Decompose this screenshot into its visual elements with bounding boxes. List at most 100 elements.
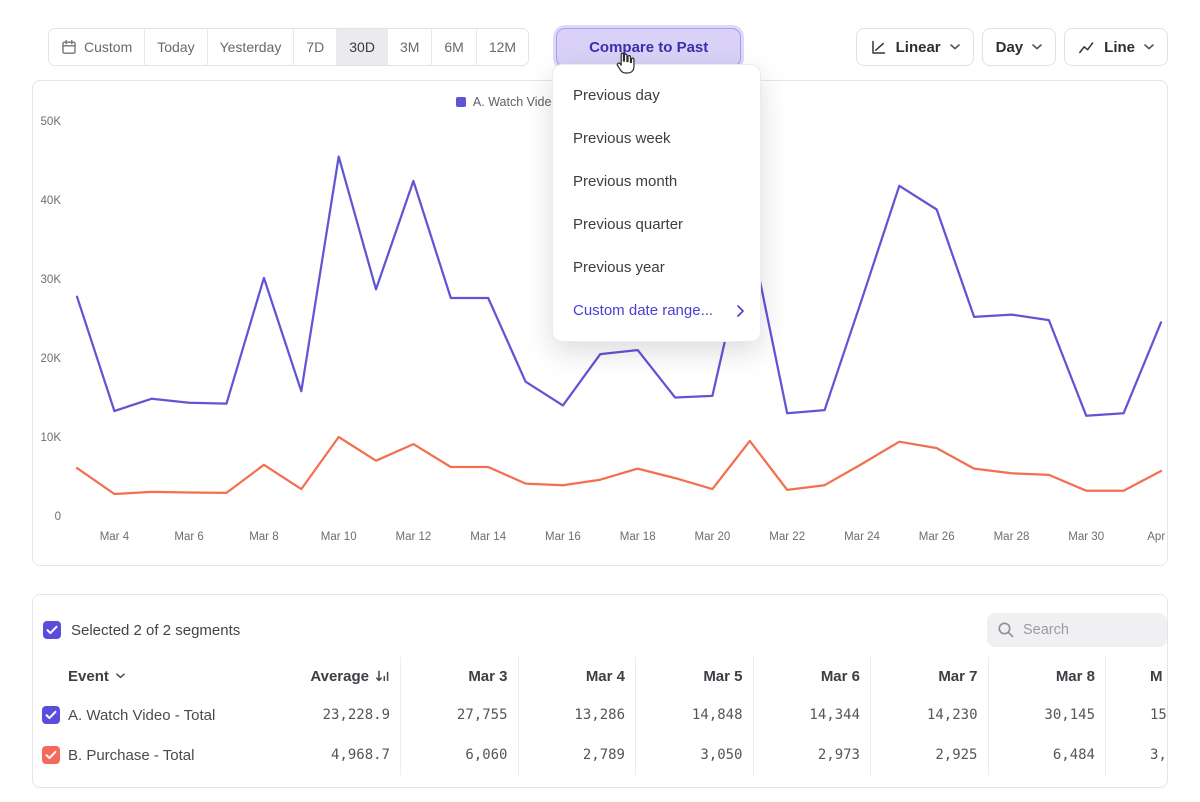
y-axis-tick: 30K [41,274,62,286]
chevron-down-icon [116,673,125,679]
cell-value: 2,973 [753,735,871,775]
cell-value-clipped: 15, [1105,695,1168,735]
menu-item-previous-week[interactable]: Previous week [553,117,760,160]
menu-item-previous-quarter[interactable]: Previous quarter [553,203,760,246]
x-axis-tick: Mar 4 [100,531,130,543]
column-header-mar-7[interactable]: Mar 7 [870,657,988,695]
cell-value: 6,060 [400,735,518,775]
chart-type-dropdown-label: Line [1104,39,1135,56]
average-value: 4,968.7 [243,735,400,775]
row-checkbox[interactable] [42,746,60,764]
line-chart-icon [1078,39,1095,56]
y-axis-tick: 20K [41,353,62,365]
search-box[interactable] [987,613,1167,647]
x-axis-tick: Mar 16 [545,531,581,543]
interval-dropdown[interactable]: Day [982,28,1057,66]
segments-table: Event Average Mar 3Mar 4Mar 5Mar 6Mar 7M… [33,657,1168,775]
custom-date-range-label: Custom date range... [573,302,713,319]
range-button-label: Custom [84,39,132,55]
chart-type-dropdown[interactable]: Line [1064,28,1168,66]
interval-dropdown-label: Day [996,39,1024,56]
calendar-icon [61,39,77,55]
cell-value: 14,344 [753,695,871,735]
row-checkbox[interactable] [42,706,60,724]
segments-header: Selected 2 of 2 segments [33,595,1167,657]
x-axis-tick: Mar 20 [695,531,731,543]
menu-item-custom-date-range[interactable]: Custom date range... [553,289,760,332]
x-axis-tick: Mar 10 [321,531,357,543]
cell-value: 2,789 [518,735,636,775]
compare-to-past-button[interactable]: Compare to Past [557,29,740,66]
x-axis-tick: Apr 1 [1147,531,1167,543]
select-all-checkbox[interactable] [43,621,61,639]
event-label[interactable]: B. Purchase - Total [68,735,243,775]
row-checkbox-cell [33,735,68,775]
chevron-down-icon [1032,44,1042,50]
range-button-label: Yesterday [220,39,282,55]
x-axis-tick: Mar 28 [994,531,1030,543]
x-axis-tick: Mar 30 [1068,531,1104,543]
chevron-down-icon [1144,44,1154,50]
event-header-label: Event [68,668,109,685]
column-header-mar-8[interactable]: Mar 8 [988,657,1106,695]
range-button-7d[interactable]: 7D [294,29,337,65]
column-header-mar-3[interactable]: Mar 3 [400,657,518,695]
date-range-control: Custom Today Yesterday 7D 30D 3M 6M 12M [48,28,529,66]
cell-value: 14,230 [870,695,988,735]
column-header-average[interactable]: Average [243,657,400,695]
selected-segments-label: Selected 2 of 2 segments [71,622,240,639]
cell-value: 2,925 [870,735,988,775]
event-label[interactable]: A. Watch Video - Total [68,695,243,735]
range-button-label: Today [157,39,194,55]
y-axis-tick: 10K [41,432,62,444]
range-button-label: 3M [400,39,419,55]
range-button-12m[interactable]: 12M [477,29,528,65]
cell-value: 3,050 [635,735,753,775]
range-button-30d[interactable]: 30D [337,29,388,65]
range-button-custom[interactable]: Custom [49,29,145,65]
x-axis-tick: Mar 18 [620,531,656,543]
column-header-mar-4[interactable]: Mar 4 [518,657,636,695]
column-header-mar-5[interactable]: Mar 5 [635,657,753,695]
scale-dropdown-label: Linear [896,39,941,56]
cell-value: 13,286 [518,695,636,735]
range-button-label: 30D [349,39,375,55]
scale-dropdown[interactable]: Linear [856,28,974,66]
sort-icon[interactable] [375,669,390,683]
top-toolbar: Custom Today Yesterday 7D 30D 3M 6M 12M Compare… [32,28,1168,66]
cell-value: 30,145 [988,695,1106,735]
menu-item-previous-month[interactable]: Previous month [553,160,760,203]
cell-value: 27,755 [400,695,518,735]
menu-item-previous-year[interactable]: Previous year [553,246,760,289]
range-button-label: 7D [306,39,324,55]
linear-scale-icon [870,39,887,56]
average-header-label: Average [310,668,369,685]
x-axis-tick: Mar 22 [769,531,805,543]
x-axis-tick: Mar 14 [470,531,506,543]
chart-display-controls: Linear Day Line [856,28,1168,66]
cell-value: 14,848 [635,695,753,735]
header-spacer [33,657,68,695]
range-button-3m[interactable]: 3M [388,29,432,65]
cell-value-clipped: 3, [1105,735,1168,775]
column-header-event[interactable]: Event [68,657,243,695]
x-axis-tick: Mar 24 [844,531,880,543]
compare-menu-list: Previous dayPrevious weekPrevious monthP… [553,74,760,289]
x-axis-tick: Mar 8 [249,531,278,543]
range-button-label: 12M [489,39,516,55]
series-line-b [77,437,1161,494]
range-button-yesterday[interactable]: Yesterday [208,29,295,65]
search-input[interactable] [1023,622,1155,638]
menu-item-previous-day[interactable]: Previous day [553,74,760,117]
column-header-mar-6[interactable]: Mar 6 [753,657,871,695]
range-button-6m[interactable]: 6M [432,29,476,65]
cell-value: 6,484 [988,735,1106,775]
average-value: 23,228.9 [243,695,400,735]
range-button-today[interactable]: Today [145,29,207,65]
row-checkbox-cell [33,695,68,735]
x-axis-tick: Mar 26 [919,531,955,543]
y-axis-tick: 40K [41,195,62,207]
chevron-down-icon [950,44,960,50]
y-axis-tick: 0 [55,511,61,523]
segments-card: Selected 2 of 2 segments Event Average M… [32,594,1168,788]
